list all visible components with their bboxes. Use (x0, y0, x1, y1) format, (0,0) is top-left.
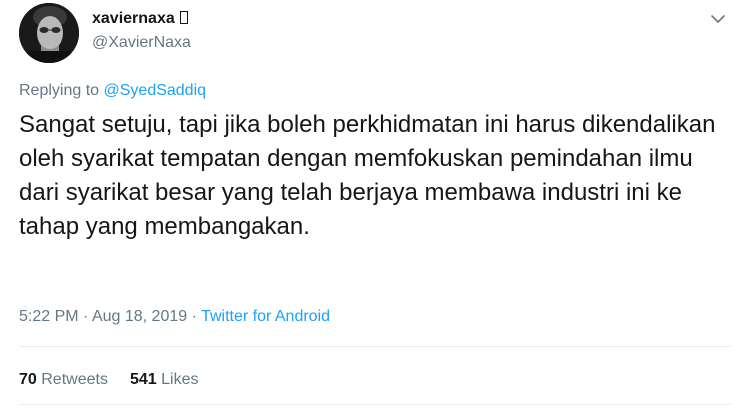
avatar[interactable] (19, 3, 79, 63)
retweets-count: 70 (19, 371, 37, 388)
display-name[interactable]: xaviernaxa (92, 9, 188, 29)
tweet-time[interactable]: 5:22 PM (19, 308, 79, 325)
tweet-metadata: 5:22 PM · Aug 18, 2019 · Twitter for And… (19, 305, 330, 329)
divider (19, 346, 731, 347)
tweet-date[interactable]: Aug 18, 2019 (92, 308, 187, 325)
tweet-card: xaviernaxa @XavierNaxa Replying to @Syed… (0, 0, 741, 409)
meta-separator: · (191, 308, 197, 325)
likes-label: Likes (161, 371, 199, 388)
replying-to-label: Replying to (19, 82, 100, 99)
missing-glyph-icon (179, 11, 188, 24)
reply-mention-link[interactable]: @SyedSaddiq (104, 82, 207, 99)
likes-stat[interactable]: 541 Likes (130, 371, 199, 388)
user-handle[interactable]: @XavierNaxa (92, 33, 191, 53)
more-options-button[interactable] (706, 9, 730, 29)
replying-to: Replying to @SyedSaddiq (19, 81, 206, 101)
retweets-label: Retweets (41, 371, 108, 388)
likes-count: 541 (129, 371, 157, 388)
chevron-down-icon (711, 15, 725, 23)
tweet-source-link[interactable]: Twitter for Android (201, 308, 330, 325)
meta-separator: · (83, 308, 89, 325)
profile-photo-icon (19, 3, 79, 63)
tweet-text: Sangat setuju, tapi jika boleh perkhidma… (19, 111, 716, 240)
tweet-stats: 70 Retweets 541 Likes (19, 370, 198, 390)
display-name-text: xaviernaxa (92, 10, 175, 27)
retweets-stat[interactable]: 70 Retweets (19, 371, 108, 388)
divider (19, 404, 731, 405)
